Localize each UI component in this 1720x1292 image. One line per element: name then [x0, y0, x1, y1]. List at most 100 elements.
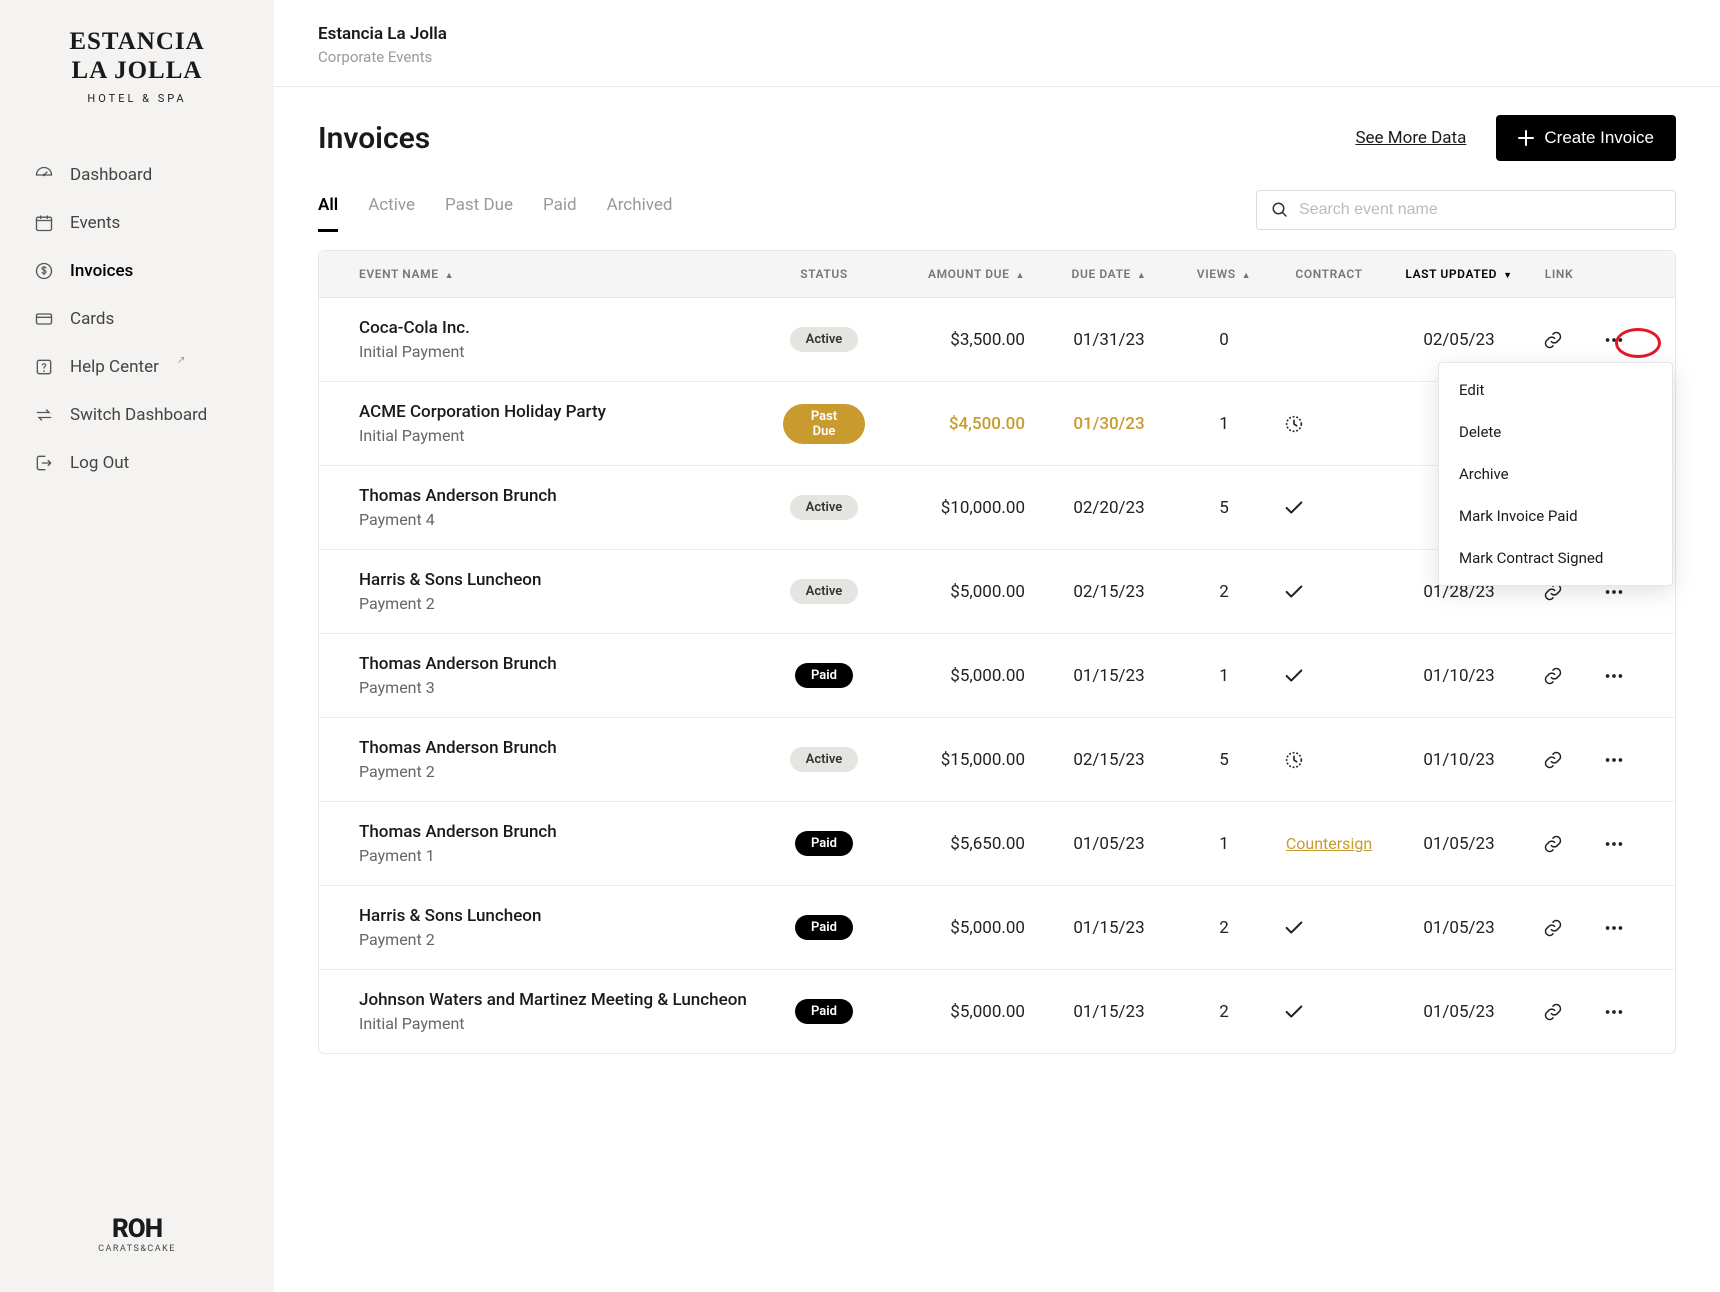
- table-body: Coca-Cola Inc.Initial PaymentActive$3,50…: [319, 298, 1675, 1053]
- due-date-value: 01/31/23: [1039, 330, 1179, 350]
- sidebar-item-events[interactable]: Events: [20, 199, 254, 247]
- brand-logo: ESTANCIA LA JOLLA HOTEL & SPA: [0, 28, 274, 131]
- tab-past-due[interactable]: Past Due: [445, 187, 513, 232]
- sidebar-item-label: Switch Dashboard: [70, 405, 207, 425]
- status-badge: Paid: [795, 831, 853, 856]
- payment-label: Initial Payment: [359, 426, 755, 445]
- tabs: All Active Past Due Paid Archived: [318, 187, 672, 232]
- status-badge: Active: [790, 579, 859, 604]
- payment-label: Payment 2: [359, 762, 755, 781]
- clock-icon: [1283, 413, 1375, 435]
- countersign-link[interactable]: Countersign: [1286, 834, 1372, 853]
- brand-line2: LA JOLLA: [30, 57, 244, 86]
- event-name: Johnson Waters and Martinez Meeting & Lu…: [359, 990, 755, 1010]
- views-value: 1: [1179, 834, 1269, 854]
- create-invoice-button[interactable]: Create Invoice: [1496, 115, 1676, 161]
- contract-cell: Countersign: [1269, 834, 1389, 853]
- logout-icon: [34, 453, 54, 473]
- search-box[interactable]: [1256, 190, 1676, 230]
- check-icon: [1283, 917, 1375, 939]
- col-contract[interactable]: Contract: [1269, 267, 1389, 281]
- event-name: Thomas Anderson Brunch: [359, 738, 755, 758]
- tab-archived[interactable]: Archived: [607, 187, 673, 232]
- payment-label: Payment 2: [359, 594, 755, 613]
- menu-item-delete[interactable]: Delete: [1439, 411, 1672, 453]
- row-context-menu: EditDeleteArchiveMark Invoice PaidMark C…: [1438, 362, 1673, 586]
- tab-paid[interactable]: Paid: [543, 187, 577, 232]
- link-icon[interactable]: [1543, 750, 1575, 770]
- payment-label: Initial Payment: [359, 342, 755, 361]
- menu-item-mark-invoice-paid[interactable]: Mark Invoice Paid: [1439, 495, 1672, 537]
- sidebar-item-cards[interactable]: Cards: [20, 295, 254, 343]
- search-input[interactable]: [1299, 201, 1661, 219]
- payment-label: Payment 4: [359, 510, 755, 529]
- plus-icon: [1518, 130, 1534, 146]
- sidebar-item-invoices[interactable]: Invoices: [20, 247, 254, 295]
- views-value: 2: [1179, 918, 1269, 938]
- amount-due-value: $5,000.00: [879, 582, 1039, 602]
- footer-brand-sub: CARATS&CAKE: [30, 1244, 244, 1254]
- check-icon: [1283, 1001, 1375, 1023]
- link-icon[interactable]: [1543, 330, 1575, 350]
- tab-all[interactable]: All: [318, 187, 338, 232]
- sidebar-item-label: Help Center: [70, 357, 159, 377]
- row-menu-button[interactable]: [1603, 917, 1635, 939]
- event-name: Thomas Anderson Brunch: [359, 654, 755, 674]
- due-date-value: 01/30/23: [1039, 414, 1179, 434]
- payment-label: Payment 1: [359, 846, 755, 865]
- menu-item-archive[interactable]: Archive: [1439, 453, 1672, 495]
- link-icon[interactable]: [1543, 918, 1575, 938]
- see-more-data-link[interactable]: See More Data: [1355, 128, 1466, 148]
- contract-cell: [1269, 749, 1389, 771]
- contract-cell: [1269, 665, 1389, 687]
- due-date-value: 02/15/23: [1039, 750, 1179, 770]
- row-menu-button[interactable]: [1603, 329, 1635, 351]
- invoice-table-wrap: Event Name▲ Status Amount Due▲ Due Date▲…: [274, 232, 1720, 1094]
- table-row: Johnson Waters and Martinez Meeting & Lu…: [319, 970, 1675, 1053]
- views-value: 5: [1179, 750, 1269, 770]
- breadcrumb-title: Estancia La Jolla: [318, 24, 1676, 44]
- amount-due-value: $15,000.00: [879, 750, 1039, 770]
- help-icon: [34, 357, 54, 377]
- page-header: Invoices See More Data Create Invoice: [274, 87, 1720, 177]
- row-menu-button[interactable]: [1603, 1001, 1635, 1023]
- menu-item-mark-contract-signed[interactable]: Mark Contract Signed: [1439, 537, 1672, 579]
- row-menu-button[interactable]: [1603, 833, 1635, 855]
- link-icon[interactable]: [1543, 834, 1575, 854]
- sidebar-item-dashboard[interactable]: Dashboard: [20, 151, 254, 199]
- amount-due-value: $4,500.00: [879, 414, 1039, 434]
- external-link-icon: ↗: [177, 355, 185, 366]
- amount-due-value: $5,000.00: [879, 1002, 1039, 1022]
- col-event[interactable]: Event Name▲: [319, 267, 769, 281]
- link-icon[interactable]: [1543, 1002, 1575, 1022]
- payment-label: Initial Payment: [359, 1014, 755, 1033]
- sidebar-item-switch-dashboard[interactable]: Switch Dashboard: [20, 391, 254, 439]
- row-menu-button[interactable]: [1603, 749, 1635, 771]
- sidebar-item-log-out[interactable]: Log Out: [20, 439, 254, 487]
- col-views[interactable]: Views▲: [1179, 267, 1269, 281]
- sidebar-item-help-center[interactable]: Help Center ↗: [20, 343, 254, 391]
- views-value: 0: [1179, 330, 1269, 350]
- row-menu-button[interactable]: [1603, 665, 1635, 687]
- card-icon: [34, 309, 54, 329]
- breadcrumb-sub: Corporate Events: [318, 48, 1676, 66]
- tab-active[interactable]: Active: [368, 187, 415, 232]
- col-due[interactable]: Due Date▲: [1039, 267, 1179, 281]
- due-date-value: 01/05/23: [1039, 834, 1179, 854]
- col-status[interactable]: Status: [769, 267, 879, 281]
- contract-cell: [1269, 1001, 1389, 1023]
- status-badge: Active: [790, 747, 859, 772]
- event-name: ACME Corporation Holiday Party: [359, 402, 755, 422]
- check-icon: [1283, 581, 1375, 603]
- col-amount[interactable]: Amount Due▲: [879, 267, 1039, 281]
- sort-asc-icon: ▲: [445, 271, 455, 281]
- views-value: 2: [1179, 1002, 1269, 1022]
- payment-label: Payment 3: [359, 678, 755, 697]
- contract-cell: [1269, 581, 1389, 603]
- page-title: Invoices: [318, 121, 430, 156]
- link-icon[interactable]: [1543, 666, 1575, 686]
- col-updated[interactable]: Last Updated▼: [1389, 267, 1529, 281]
- menu-item-edit[interactable]: Edit: [1439, 369, 1672, 411]
- swap-icon: [34, 405, 54, 425]
- views-value: 5: [1179, 498, 1269, 518]
